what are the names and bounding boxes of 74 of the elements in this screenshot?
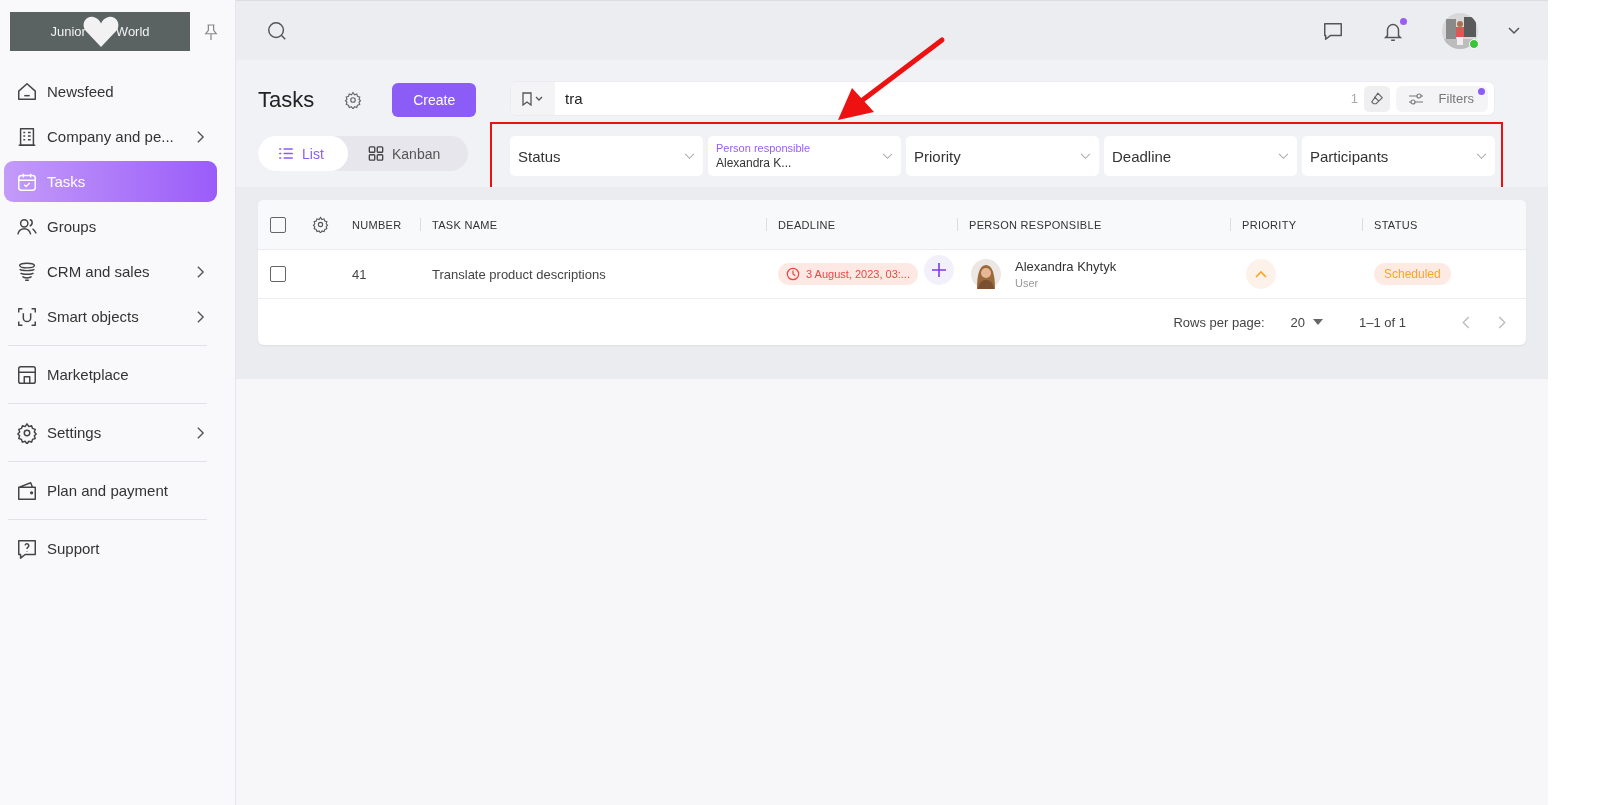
chevron-right-icon <box>196 309 205 324</box>
wallet-icon <box>16 479 38 502</box>
sidebar-item[interactable]: Settings <box>4 412 217 453</box>
rows-per-page-select[interactable]: 20 <box>1284 313 1329 331</box>
sidebar-item[interactable]: Groups <box>4 206 217 247</box>
chevron-down-icon <box>1476 152 1487 160</box>
filter-dropdown[interactable]: Participants <box>1302 136 1495 176</box>
eraser-icon <box>1370 91 1384 106</box>
add-button[interactable] <box>924 255 954 285</box>
saved-filters-button[interactable] <box>511 82 555 115</box>
checkbox[interactable] <box>270 216 286 233</box>
search-field[interactable]: tra 1 Filters <box>511 82 1494 115</box>
plus-icon <box>931 262 947 278</box>
view-tab[interactable]: List <box>258 136 348 171</box>
clear-button[interactable] <box>1364 85 1390 112</box>
stack-icon <box>16 260 38 283</box>
rows-per-page-label: Rows per page: <box>1173 314 1265 330</box>
result-count: 1 <box>1350 91 1358 106</box>
grid-icon <box>368 146 384 161</box>
sidebar-item[interactable]: Smart objects <box>4 296 217 337</box>
help-icon <box>16 537 38 560</box>
deadline-badge: 3 August, 2023, 03:... <box>778 263 918 285</box>
column-header[interactable]: STATUS <box>1374 218 1418 231</box>
chevron-right-icon <box>196 129 205 144</box>
building-icon <box>16 125 38 148</box>
scan-icon <box>16 305 38 328</box>
list-icon <box>278 146 294 161</box>
settings-icon[interactable] <box>344 91 363 109</box>
task-name[interactable]: Translate product descriptions <box>432 266 606 282</box>
logo-text: World <box>115 24 150 39</box>
filters-button[interactable]: Filters <box>1396 85 1488 112</box>
search-icon[interactable] <box>266 19 288 42</box>
person-role: User <box>1015 277 1040 289</box>
column-header[interactable]: DEADLINE <box>778 218 836 231</box>
chevron-down-icon <box>684 152 695 160</box>
filter-dropdown[interactable]: Priority <box>906 136 1099 176</box>
sidebar-item[interactable]: Plan and payment <box>4 470 217 511</box>
sidebar-item[interactable]: CRM and sales <box>4 251 217 292</box>
column-header[interactable]: TASK NAME <box>432 218 498 231</box>
status-badge: Scheduled <box>1374 263 1451 285</box>
filter-dropdown[interactable]: Person responsible Alexandra K... <box>708 136 901 176</box>
chevron-right-icon <box>196 425 205 440</box>
sidebar-item[interactable]: Marketplace <box>4 354 217 395</box>
chevron-down-icon <box>1278 152 1289 160</box>
filter-dropdown[interactable]: Deadline <box>1104 136 1297 176</box>
settings-icon[interactable] <box>312 216 329 233</box>
pin-icon[interactable] <box>204 22 218 41</box>
sidebar-item[interactable]: Newsfeed <box>4 71 217 112</box>
logo-text: Junior <box>50 24 86 39</box>
sidebar-item[interactable]: Support <box>4 528 217 569</box>
create-button[interactable]: Create <box>392 83 477 117</box>
chevron-down-icon <box>1080 152 1091 160</box>
search-input[interactable]: tra <box>555 90 1351 107</box>
chevron-right-icon <box>196 264 205 279</box>
chevron-down-icon[interactable] <box>1508 26 1520 35</box>
view-tab[interactable]: Kanban <box>348 136 461 171</box>
task-number: 41 <box>352 266 367 282</box>
person-name: Alexandra Khytyk <box>1015 259 1117 274</box>
checkbox[interactable] <box>270 266 286 282</box>
chevron-down-icon <box>882 152 893 160</box>
column-header[interactable]: NUMBER <box>352 218 402 231</box>
page-range: 1–1 of 1 <box>1359 314 1406 330</box>
clock-icon <box>786 267 800 281</box>
filter-dropdown[interactable]: Status <box>510 136 703 176</box>
logo[interactable]: Junior World <box>10 12 190 51</box>
column-header[interactable]: PRIORITY <box>1242 218 1297 231</box>
settings-icon <box>16 421 38 444</box>
sliders-icon <box>1408 92 1424 105</box>
sidebar-item[interactable]: Company and pe... <box>4 116 217 157</box>
page-title: Tasks <box>258 87 315 113</box>
caret-icon <box>1313 319 1323 325</box>
column-header[interactable]: PERSON RESPONSIBLE <box>969 218 1102 231</box>
shop-icon <box>16 363 38 386</box>
home-icon <box>16 80 38 103</box>
